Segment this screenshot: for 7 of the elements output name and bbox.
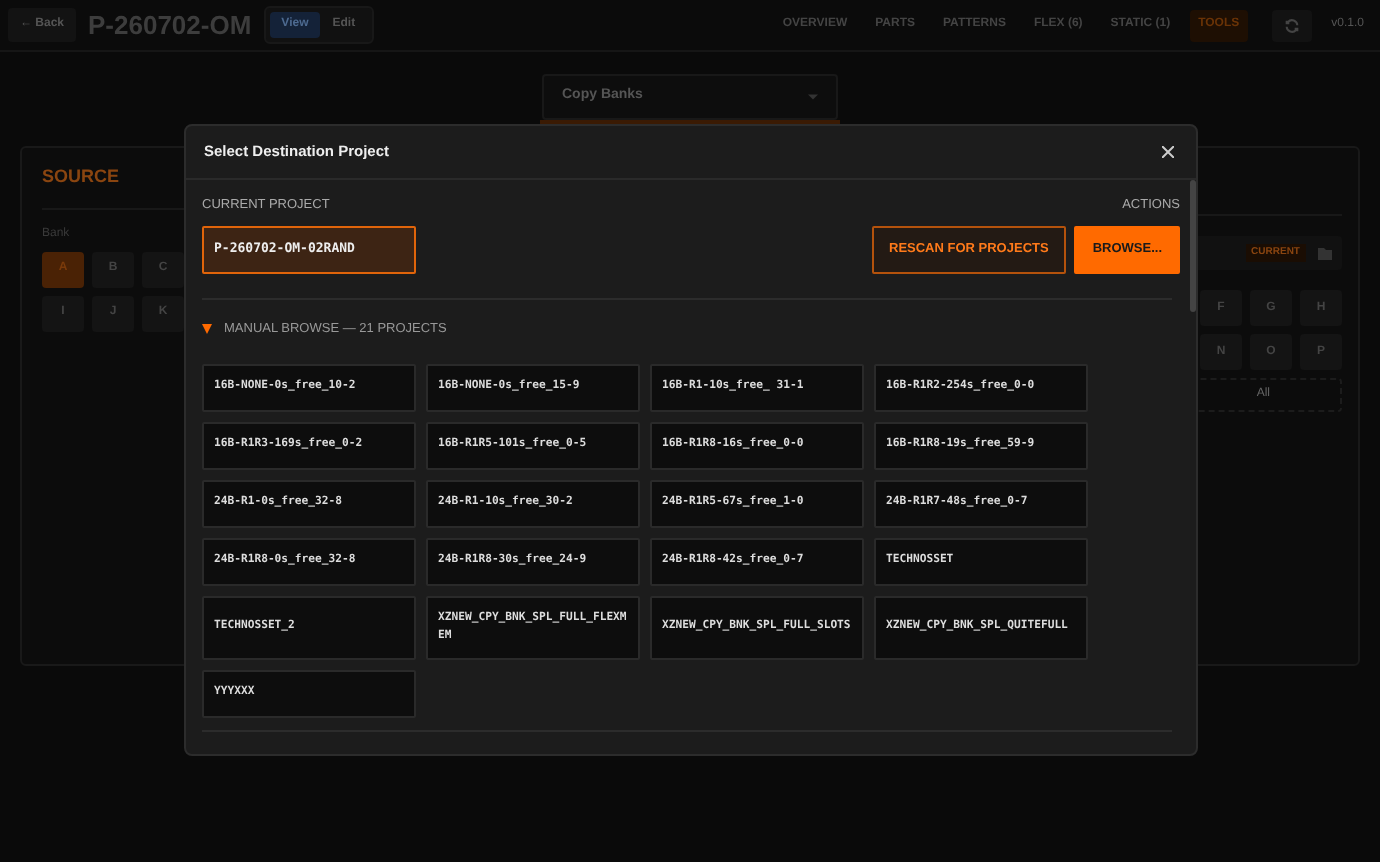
refresh-icon [1283,17,1300,33]
folder-icon [1318,247,1332,259]
scrollbar[interactable] [1190,180,1196,312]
expand-triangle-icon[interactable] [202,324,212,335]
close-button[interactable] [1158,142,1178,162]
close-icon [1162,146,1174,158]
caret-icon [808,94,818,100]
